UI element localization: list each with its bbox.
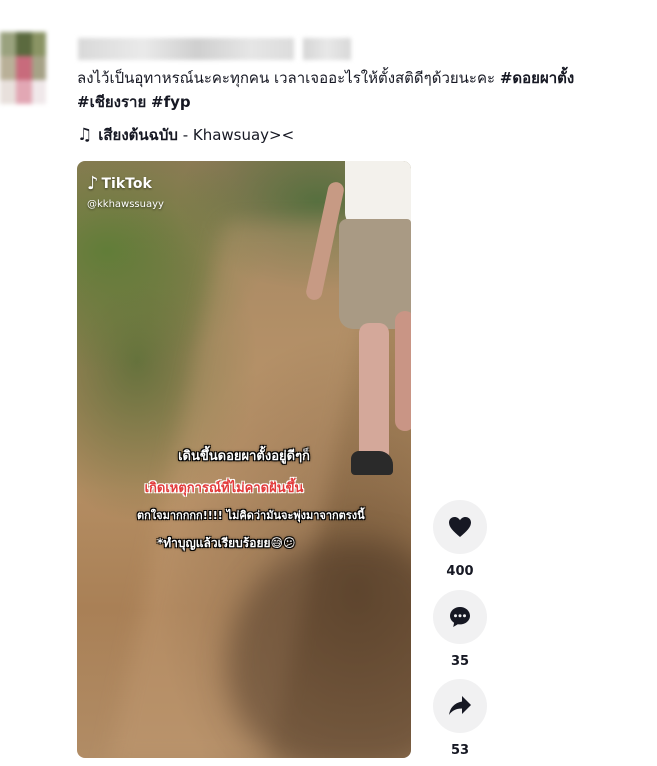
tiktok-watermark: ♪ TikTok [87, 173, 152, 194]
hashtag-link[interactable]: #fyp [151, 93, 191, 111]
like-count: 400 [446, 564, 474, 579]
like-button[interactable] [433, 500, 487, 554]
watermark-handle: @kkhawssuayy [87, 199, 164, 210]
hashtag-link[interactable]: #ดอยผาตั้ง [500, 69, 574, 87]
video-overlay-text: ตกใจมากกกก!!!! ไม่คิดว่ามันจะพุ่งมาจากตร… [137, 509, 365, 522]
video-overlay-text: *ทำบุญแล้วเรียบร้อยย😅😕 [157, 536, 296, 550]
hiker-shirt [345, 161, 411, 227]
video-player[interactable]: ♪ TikTok @kkhawssuayy เดินขึ้นดอยผาตั้งอ… [77, 161, 411, 758]
share-icon [449, 696, 471, 715]
comment-action: 35 [433, 590, 487, 669]
hiker-leg [395, 311, 411, 431]
handle-redacted[interactable] [303, 38, 351, 60]
music-link[interactable]: ♫ เสียงต้นฉบับ - Khawsuay>< [77, 124, 294, 146]
hashtag-link[interactable]: #เชียงราย [77, 93, 146, 111]
comment-button[interactable] [433, 590, 487, 644]
music-note-icon: ♫ [77, 125, 93, 145]
comment-icon [450, 607, 470, 627]
video-overlay-text: เกิดเหตุการณ์ที่ไม่คาดฝันขึ้น [144, 481, 304, 496]
music-artist: - Khawsuay>< [182, 126, 295, 144]
share-count: 53 [450, 743, 470, 758]
share-action: 53 [433, 679, 487, 758]
tiktok-watermark-text: TikTok [101, 175, 152, 192]
video-overlay-text: เดินขึ้นดอยผาตั้งอยู่ดีๆก็ [178, 449, 310, 464]
avatar[interactable] [0, 32, 46, 104]
post-caption: ลงไว้เป็นอุทาหรณ์นะคะทุกคน เวลาเจออะไรให… [77, 66, 647, 114]
tiktok-logo-icon: ♪ [87, 173, 99, 194]
like-action: 400 [433, 500, 487, 579]
username-redacted[interactable] [78, 38, 294, 60]
hiker-leg [359, 323, 389, 463]
heart-icon [449, 517, 471, 537]
comment-count: 35 [450, 654, 470, 669]
caption-text: ลงไว้เป็นอุทาหรณ์นะคะทุกคน เวลาเจออะไรให… [77, 69, 500, 87]
share-button[interactable] [433, 679, 487, 733]
music-title: เสียงต้นฉบับ [98, 126, 178, 144]
